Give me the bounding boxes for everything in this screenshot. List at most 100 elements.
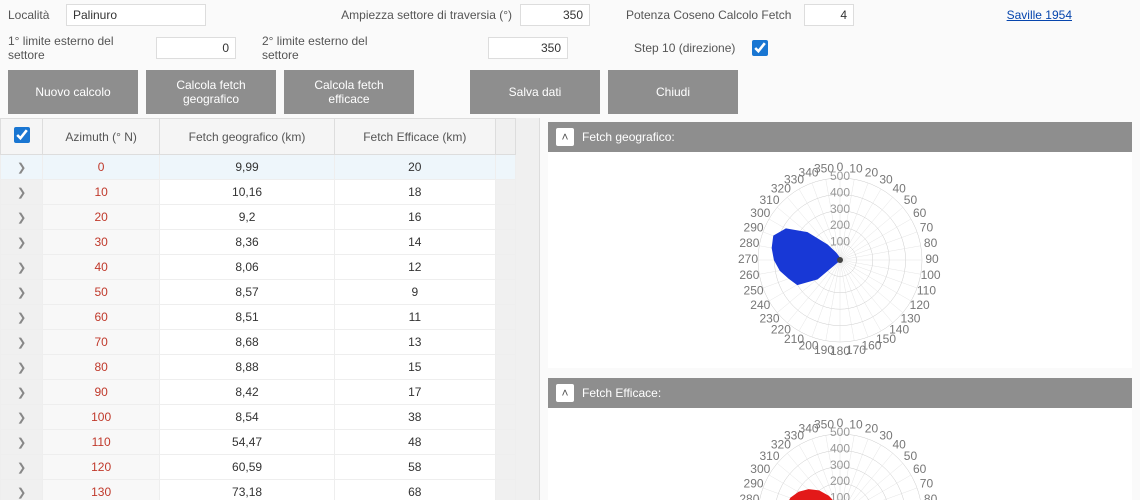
expand-row-button[interactable]: ❯ — [1, 430, 43, 455]
svg-text:80: 80 — [924, 492, 938, 500]
collapse-eff-button[interactable]: ˄ — [556, 384, 574, 402]
chevron-right-icon: ❯ — [17, 311, 26, 324]
geo-cell: 8,88 — [160, 355, 335, 380]
select-all-header[interactable] — [1, 119, 43, 155]
nuovo-calcolo-button[interactable]: Nuovo calcolo — [8, 70, 138, 114]
azimuth-cell: 70 — [43, 330, 160, 355]
svg-text:200: 200 — [830, 474, 850, 488]
saville-link[interactable]: Saville 1954 — [1007, 8, 1072, 22]
svg-text:290: 290 — [744, 221, 764, 235]
limite1-input[interactable] — [156, 37, 236, 59]
svg-text:120: 120 — [910, 298, 930, 312]
chevron-right-icon: ❯ — [17, 411, 26, 424]
table-row[interactable]: ❯ 09,9920 — [1, 155, 516, 180]
svg-text:270: 270 — [738, 252, 758, 266]
polar-chart-geo: 0102030405060708090100110120130140150160… — [710, 160, 970, 360]
chevron-right-icon: ❯ — [17, 161, 26, 174]
eff-header[interactable]: Fetch Efficace (km) — [335, 119, 495, 155]
collapse-geo-button[interactable]: ˄ — [556, 128, 574, 146]
form-area: Località Ampiezza settore di traversia (… — [0, 0, 1140, 118]
potenza-input[interactable] — [804, 4, 854, 26]
chevron-right-icon: ❯ — [17, 211, 26, 224]
table-pane: Azimuth (° N) Fetch geografico (km) Fetc… — [0, 118, 540, 500]
expand-row-button[interactable]: ❯ — [1, 380, 43, 405]
svg-text:260: 260 — [739, 268, 759, 282]
calcola-eff-button[interactable]: Calcola fetch efficace — [284, 70, 414, 114]
charts-pane: ˄ Fetch geografico: 01020304050607080901… — [540, 118, 1140, 500]
table-row[interactable]: ❯12060,5958 — [1, 455, 516, 480]
chevron-right-icon: ❯ — [17, 186, 26, 199]
calcola-geo-button[interactable]: Calcola fetch geografico — [146, 70, 276, 114]
azimuth-header[interactable]: Azimuth (° N) — [43, 119, 160, 155]
ampiezza-input[interactable] — [520, 4, 590, 26]
table-row[interactable]: ❯11054,4748 — [1, 430, 516, 455]
geo-cell: 8,54 — [160, 405, 335, 430]
expand-row-button[interactable]: ❯ — [1, 455, 43, 480]
expand-row-button[interactable]: ❯ — [1, 205, 43, 230]
chevron-right-icon: ❯ — [17, 361, 26, 374]
eff-cell: 14 — [335, 230, 495, 255]
table-row[interactable]: ❯508,579 — [1, 280, 516, 305]
eff-cell: 48 — [335, 430, 495, 455]
table-row[interactable]: ❯13073,1868 — [1, 480, 516, 500]
chiudi-button[interactable]: Chiudi — [608, 70, 738, 114]
chevron-right-icon: ❯ — [17, 236, 26, 249]
svg-text:100: 100 — [921, 268, 941, 282]
table-row[interactable]: ❯408,0612 — [1, 255, 516, 280]
expand-row-button[interactable]: ❯ — [1, 305, 43, 330]
svg-text:290: 290 — [744, 477, 764, 491]
pane-resize-handle[interactable] — [516, 118, 540, 500]
expand-row-button[interactable]: ❯ — [1, 480, 43, 500]
azimuth-cell: 80 — [43, 355, 160, 380]
eff-cell: 58 — [335, 455, 495, 480]
limite2-input[interactable] — [488, 37, 568, 59]
table-row[interactable]: ❯209,216 — [1, 205, 516, 230]
azimuth-cell: 110 — [43, 430, 160, 455]
table-row[interactable]: ❯908,4217 — [1, 380, 516, 405]
expand-row-button[interactable]: ❯ — [1, 330, 43, 355]
svg-text:300: 300 — [830, 458, 850, 472]
table-row[interactable]: ❯ 308,3614 — [1, 230, 516, 255]
svg-text:70: 70 — [920, 477, 934, 491]
table-row[interactable]: ❯608,5111 — [1, 305, 516, 330]
eff-cell: 16 — [335, 205, 495, 230]
expand-row-button[interactable]: ❯ — [1, 405, 43, 430]
svg-text:30: 30 — [879, 428, 893, 442]
eff-cell: 20 — [335, 155, 495, 180]
svg-text:300: 300 — [830, 202, 850, 216]
geo-header[interactable]: Fetch geografico (km) — [160, 119, 335, 155]
azimuth-cell: 30 — [43, 230, 160, 255]
expand-row-button[interactable]: ❯ — [1, 355, 43, 380]
expand-row-button[interactable]: ❯ — [1, 255, 43, 280]
salva-dati-button[interactable]: Salva dati — [470, 70, 600, 114]
table-row[interactable]: ❯708,6813 — [1, 330, 516, 355]
svg-text:300: 300 — [750, 206, 770, 220]
table-row[interactable]: ❯1008,5438 — [1, 405, 516, 430]
geo-cell: 9,99 — [160, 155, 335, 180]
expand-row-button[interactable]: ❯ — [1, 230, 43, 255]
svg-text:400: 400 — [830, 441, 850, 455]
azimuth-cell: 90 — [43, 380, 160, 405]
expand-row-button[interactable]: ❯ — [1, 180, 43, 205]
localita-input[interactable] — [66, 4, 206, 26]
svg-text:110: 110 — [917, 284, 936, 298]
azimuth-cell: 0 — [43, 155, 160, 180]
select-all-checkbox[interactable] — [14, 127, 30, 143]
geo-cell: 8,36 — [160, 230, 335, 255]
geo-cell: 8,51 — [160, 305, 335, 330]
table-row[interactable]: ❯808,8815 — [1, 355, 516, 380]
localita-label: Località — [8, 8, 58, 22]
eff-cell: 12 — [335, 255, 495, 280]
chevron-right-icon: ❯ — [17, 261, 26, 274]
svg-text:60: 60 — [913, 462, 927, 476]
chevron-right-icon: ❯ — [17, 336, 26, 349]
chevron-right-icon: ❯ — [17, 486, 26, 499]
table-row[interactable]: ❯1010,1618 — [1, 180, 516, 205]
expand-row-button[interactable]: ❯ — [1, 155, 43, 180]
svg-text:200: 200 — [830, 218, 850, 232]
chevron-up-icon: ˄ — [561, 130, 568, 144]
svg-text:100: 100 — [830, 491, 850, 500]
step10-checkbox[interactable] — [752, 40, 768, 56]
svg-text:90: 90 — [925, 252, 939, 266]
expand-row-button[interactable]: ❯ — [1, 280, 43, 305]
